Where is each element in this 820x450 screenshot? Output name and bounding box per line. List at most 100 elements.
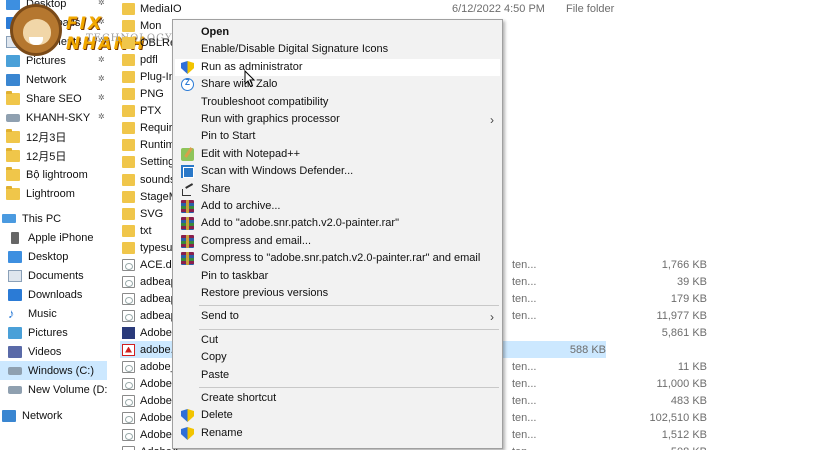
folder-icon [6,90,20,105]
menu-item-cut[interactable]: Cut [175,332,500,349]
file-icon [122,445,135,450]
menu-item-label: Scan with Windows Defender... [201,165,354,177]
menu-item-pin-to-start[interactable]: Pin to Start [175,128,500,145]
file-size: 102,510 KB [649,412,708,424]
nav-item-label: Downloads [28,288,83,301]
file-name: pdfl [140,53,158,66]
nav-item[interactable]: Network [0,406,107,425]
nav-item-label: Music [28,307,57,320]
menu-item-add-to-adobe-snr-patch-v2-0-painter-rar[interactable]: Add to "adobe.snr.patch.v2.0-painter.rar… [175,215,500,232]
menu-item-pin-to-taskbar[interactable]: Pin to taskbar [175,268,500,285]
file-name: Mon [140,19,162,32]
folder-icon [122,174,135,186]
nav-item[interactable]: Pictures [0,323,107,342]
menu-item-share-with-zalo[interactable]: Share with Zalo [175,76,500,93]
folder-icon [6,166,20,181]
menu-item-edit-with-notepad[interactable]: Edit with Notepad++ [175,146,500,163]
file-type: ten... [512,378,537,390]
network-icon [6,73,20,86]
folder-icon [122,139,135,151]
nav-item[interactable]: Share SEO ✲ [0,89,107,108]
menu-separator [199,387,499,388]
menu-item-paste[interactable]: Paste [175,367,500,384]
nav-item-label: 12月5日 [26,150,67,163]
menu-item-label: Run with graphics processor [201,113,340,125]
menu-item-label: Cut [201,334,219,346]
menu-item-send-to[interactable]: Send to › [175,308,500,325]
nav-item-label: Apple iPhone [28,231,94,244]
nav-item[interactable]: Apple iPhone [0,228,107,247]
menu-item-troubleshoot-compatibility[interactable]: Troubleshoot compatibility [175,94,500,111]
shield-icon [181,427,194,440]
menu-item-label: Open [201,26,230,38]
application-icon [122,326,135,339]
nav-item-label: Network [22,409,63,422]
shield-icon [181,409,194,422]
menu-separator [199,305,499,306]
nav-item[interactable]: Downloads [0,285,107,304]
menu-item-label: Share with Zalo [201,78,278,90]
menu-item-delete[interactable]: Delete [175,407,500,424]
file-size: 1,766 KB [661,259,707,271]
menu-item-label: Compress and email... [201,235,312,247]
menu-item-create-shortcut[interactable]: Create shortcut [175,390,500,407]
nav-item[interactable]: ♪ Music [0,304,107,323]
folder-icon [122,156,135,168]
menu-separator [199,329,499,330]
file-type: File folder [566,3,615,15]
menu-item-add-to-archive[interactable]: Add to archive... [175,198,500,215]
nav-item[interactable]: 12月3日 [0,127,107,146]
nav-item[interactable]: KHANH-SKY ✲ [0,108,107,127]
navigation-pane: Desktop✲Downloads✲Documents✲Pictures✲Net… [0,0,107,450]
menu-item-compress-and-email[interactable]: Compress and email... [175,233,500,250]
defender-icon [181,165,194,178]
nav-item-label: New Volume (D:) [28,383,107,396]
nav-item-label: Windows (C:) [28,364,95,377]
file-size: 508 KB [637,446,707,450]
menu-item-label: Pin to Start [201,130,256,142]
desktop-icon [8,250,22,263]
nav-item[interactable]: Network ✲ [0,70,107,89]
nav-item[interactable]: Videos [0,342,107,361]
menu-item-restore-previous-versions[interactable]: Restore previous versions [175,285,500,302]
file-icon [122,428,135,441]
menu-item-open[interactable]: Open [175,24,500,41]
nav-item[interactable]: New Volume (D:) [0,380,107,399]
nav-item[interactable]: Documents [0,266,107,285]
shield-icon [181,61,194,74]
file-type: ten... [512,259,537,271]
network-icon [2,409,16,422]
nav-item[interactable]: 12月5日 [0,146,107,165]
menu-item-run-with-graphics-processor[interactable]: Run with graphics processor › [175,111,500,128]
menu-item-compress-to-adobe-snr-patch-v2-0-painter[interactable]: Compress to "adobe.snr.patch.v2.0-painte… [175,250,500,267]
menu-item-enable-disable-digital-signature-icons[interactable]: Enable/Disable Digital Signature Icons [175,41,500,58]
file-type: ten... [512,276,537,288]
folder-icon [6,147,20,162]
winrar-icon [181,200,194,213]
menu-item-label: Copy [201,351,227,363]
menu-item-copy[interactable]: Copy [175,349,500,366]
drive-icon [8,385,22,394]
file-icon [122,275,135,288]
menu-item-share[interactable]: Share [175,181,500,198]
file-icon [122,377,135,390]
file-type: ten... [512,446,568,450]
nav-item[interactable]: This PC [0,209,107,228]
menu-item-run-as-administrator[interactable]: Run as administrator [175,59,500,76]
nav-item[interactable]: Windows (C:) [0,361,107,380]
nav-item[interactable]: Desktop [0,247,107,266]
file-size: 11,000 KB [656,378,707,390]
nav-item[interactable]: Bộ lightroom [0,165,107,184]
nav-item[interactable]: Lightroom [0,184,107,203]
file-row[interactable]: MediaIO 6/12/2022 4:50 PM File folder [122,0,707,17]
file-icon [122,292,135,305]
file-type: ten... [512,310,537,322]
menu-item-rename[interactable]: Rename [175,425,500,442]
file-size: 39 KB [677,276,707,288]
network-drive-icon [6,113,20,122]
file-type: ten... [512,395,537,407]
menu-item-scan-with-windows-defender[interactable]: Scan with Windows Defender... [175,163,500,180]
file-name: MediaIO [140,2,182,15]
menu-item-label: Pin to taskbar [201,270,269,282]
submenu-arrow-icon: › [490,310,494,324]
